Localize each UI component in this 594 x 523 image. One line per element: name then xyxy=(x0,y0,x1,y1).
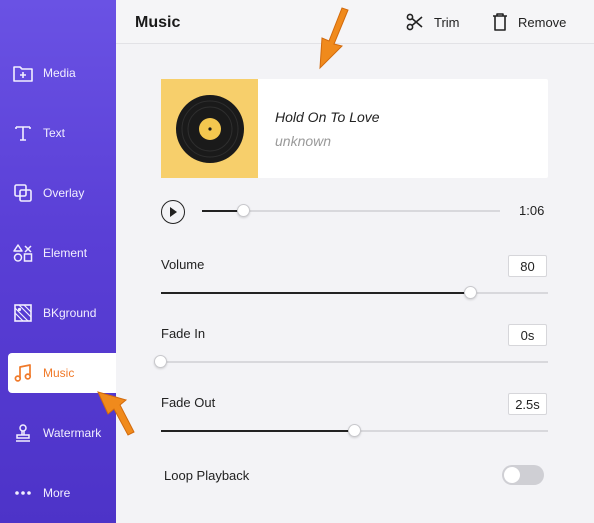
toggle-knob xyxy=(504,467,520,483)
element-icon xyxy=(12,242,34,264)
song-title: Hold On To Love xyxy=(275,109,380,125)
annotation-arrow-icon xyxy=(319,7,349,70)
remove-button[interactable]: Remove xyxy=(492,11,566,33)
sidebar-item-text[interactable]: Text xyxy=(0,113,116,153)
fade-in-slider-handle[interactable] xyxy=(154,355,167,368)
sidebar-item-music[interactable]: Music xyxy=(8,353,116,393)
overlay-icon xyxy=(12,182,34,204)
volume-slider-handle[interactable] xyxy=(464,286,477,299)
background-icon xyxy=(12,302,34,324)
sidebar-item-label: Watermark xyxy=(43,426,102,440)
sidebar-item-label: More xyxy=(43,486,71,500)
sidebar-item-more[interactable]: More xyxy=(0,473,116,513)
trim-label: Trim xyxy=(434,14,460,30)
sidebar-item-label: Element xyxy=(43,246,88,260)
page-title: Music xyxy=(135,14,181,31)
sidebar-item-label: Music xyxy=(43,366,75,380)
play-icon xyxy=(170,207,177,217)
panel-header: Music Trim Remove xyxy=(116,0,594,44)
music-note-icon xyxy=(12,362,34,384)
sidebar-item-overlay[interactable]: Overlay xyxy=(0,173,116,213)
fade-out-label: Fade Out xyxy=(161,395,216,410)
fade-in-value-input[interactable]: 0s xyxy=(508,324,547,346)
sidebar-item-element[interactable]: Element xyxy=(0,233,116,273)
loop-playback-label: Loop Playback xyxy=(164,468,250,483)
fade-out-slider-fill xyxy=(161,430,355,432)
fade-out-value-input[interactable]: 2.5s xyxy=(508,393,547,415)
annotation-arrow-icon xyxy=(97,391,135,436)
sidebar-item-media[interactable]: Media xyxy=(0,53,116,93)
playback-handle[interactable] xyxy=(237,204,250,217)
trim-button[interactable]: Trim xyxy=(406,11,460,33)
sidebar-item-label: BKground xyxy=(43,306,97,320)
trash-icon xyxy=(493,13,507,31)
volume-label: Volume xyxy=(161,257,205,272)
volume-slider-fill xyxy=(161,292,471,294)
song-artist: unknown xyxy=(275,133,332,149)
vinyl-record-icon xyxy=(175,94,244,163)
remove-label: Remove xyxy=(518,14,567,30)
play-button[interactable] xyxy=(161,200,185,224)
sidebar-item-label: Text xyxy=(43,126,66,140)
track-card: Hold On To Love unknown xyxy=(161,79,548,178)
fade-in-slider-track[interactable] xyxy=(161,361,548,363)
stamp-icon xyxy=(12,422,34,444)
media-add-icon xyxy=(12,62,34,84)
sidebar-item-bkground[interactable]: BKground xyxy=(0,293,116,333)
text-icon xyxy=(12,122,34,144)
sidebar-item-label: Overlay xyxy=(43,186,85,200)
volume-value-input[interactable]: 80 xyxy=(508,255,547,277)
scissors-icon xyxy=(406,13,423,31)
album-cover xyxy=(161,79,258,178)
sidebar-item-label: Media xyxy=(43,66,76,80)
more-dots-icon xyxy=(12,482,34,504)
time-display: 1:06 xyxy=(519,203,545,218)
fade-out-slider-handle[interactable] xyxy=(348,424,361,437)
fade-in-label: Fade In xyxy=(161,326,206,341)
sidebar: Media Text Overlay Element BKground More xyxy=(0,0,116,523)
loop-playback-toggle[interactable] xyxy=(502,465,544,485)
